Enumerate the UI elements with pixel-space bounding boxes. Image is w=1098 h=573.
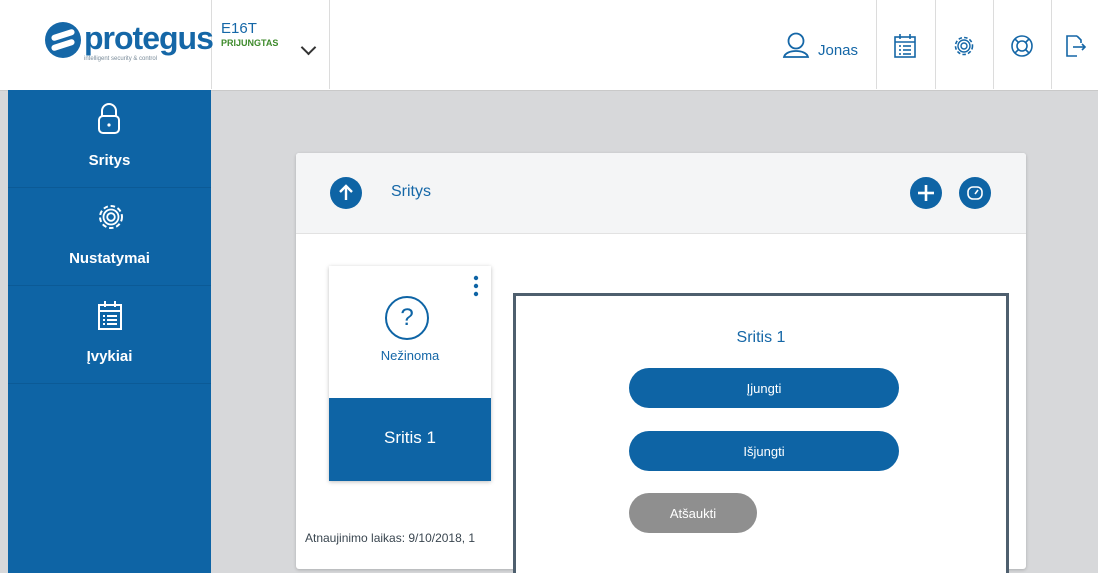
device-selector[interactable]: E16T PRIJUNGTAS xyxy=(211,0,330,89)
area-name-bar[interactable]: Sritis 1 xyxy=(329,398,491,481)
brand-name: protegus xyxy=(84,20,214,56)
sidebar-item-label: Sritys xyxy=(88,152,131,169)
area-action-dialog: Sritis 1 Įjungti Išjungti Atšaukti xyxy=(513,293,1009,573)
area-name: Sritis 1 xyxy=(384,428,436,447)
area-card[interactable]: ? Nežinoma Sritis 1 xyxy=(329,266,491,481)
sidebar-item-label: Nustatymai xyxy=(69,250,150,267)
sidebar-item-settings[interactable]: Nustatymai xyxy=(8,188,211,286)
add-area-button[interactable] xyxy=(910,177,942,209)
user-name: Jonas xyxy=(818,42,859,59)
calendar-list-icon xyxy=(894,34,916,58)
gear-icon xyxy=(99,205,123,229)
logo-mark-icon xyxy=(45,22,81,58)
logout-icon xyxy=(1066,35,1087,57)
logout-button[interactable] xyxy=(1051,0,1098,89)
chevron-down-icon[interactable] xyxy=(300,39,317,56)
dialog-title: Sritis 1 xyxy=(736,329,786,346)
settings-button[interactable] xyxy=(935,0,994,89)
update-time: Atnaujinimo laikas: 9/10/2018, 1 xyxy=(305,531,476,545)
lock-icon xyxy=(98,103,120,134)
more-vertical-icon[interactable] xyxy=(472,275,480,297)
device-status: PRIJUNGTAS xyxy=(221,38,279,48)
area-state: Nežinoma xyxy=(380,348,440,363)
device-name: E16T xyxy=(221,20,257,37)
arrow-up-icon xyxy=(339,184,353,200)
brand-tagline: intelligent security & control xyxy=(84,56,158,62)
sidebar-item-areas[interactable]: Sritys xyxy=(8,90,211,188)
brand-logo[interactable]: protegus intelligent security & control xyxy=(8,0,214,89)
panel-title: Sritys xyxy=(391,183,431,200)
user-menu[interactable]: Jonas xyxy=(776,0,877,89)
sidebar: Sritys Nustatymai Įvykiai xyxy=(8,90,211,573)
disarm-button[interactable]: Išjungti xyxy=(629,431,899,471)
help-button[interactable] xyxy=(993,0,1052,89)
gear-icon xyxy=(954,36,974,56)
arm-button[interactable]: Įjungti xyxy=(629,368,899,408)
plus-icon xyxy=(918,185,934,201)
panel-header: Sritys xyxy=(296,153,1026,234)
sidebar-item-label: Įvykiai xyxy=(86,348,133,365)
user-icon xyxy=(782,32,810,58)
question-icon: ? xyxy=(385,296,429,340)
cancel-button[interactable]: Atšaukti xyxy=(629,493,757,533)
calendar-list-icon xyxy=(98,301,122,330)
speedometer-button[interactable] xyxy=(959,177,991,209)
top-bar: protegus intelligent security & control … xyxy=(0,0,1098,91)
events-button[interactable] xyxy=(877,0,936,89)
lifebuoy-icon xyxy=(1011,35,1033,57)
speedometer-icon xyxy=(967,186,983,200)
back-button[interactable] xyxy=(330,177,362,209)
sidebar-item-events[interactable]: Įvykiai xyxy=(8,286,211,384)
